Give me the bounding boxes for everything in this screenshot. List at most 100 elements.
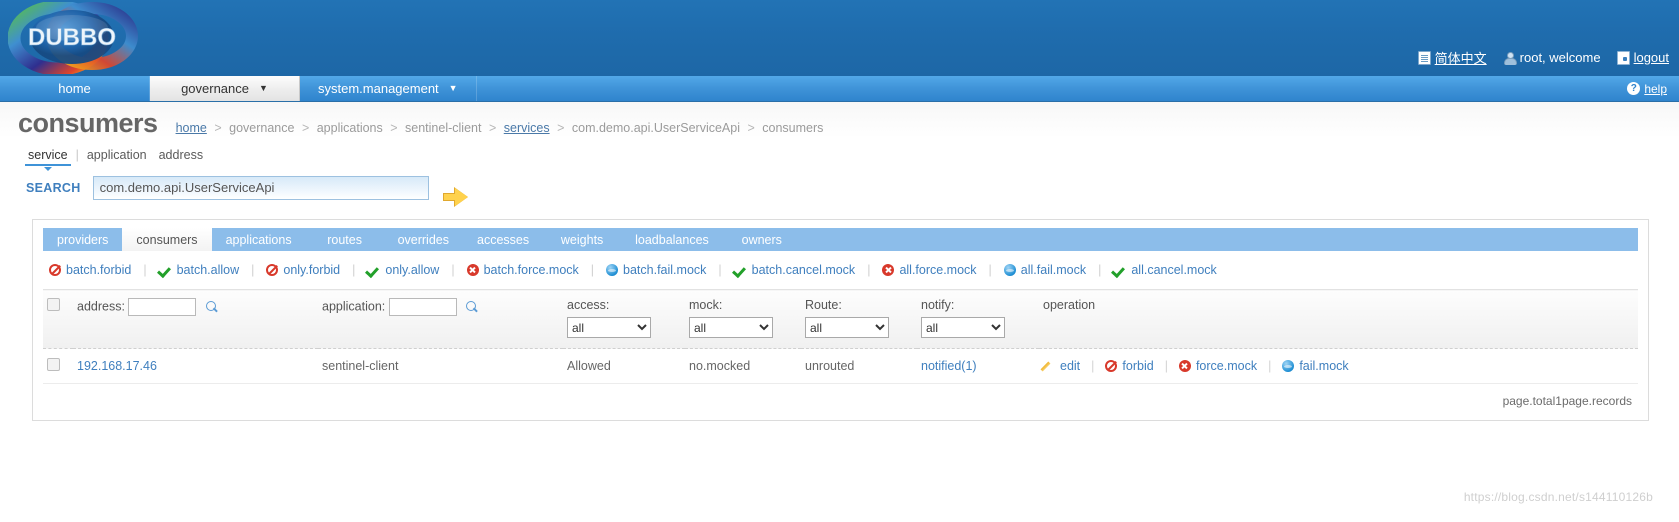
- row-action-fail-mock-label[interactable]: fail.mock: [1299, 359, 1348, 373]
- row-checkbox[interactable]: [47, 358, 60, 371]
- application-filter-input[interactable]: [388, 298, 457, 316]
- scope-tab-service[interactable]: service: [22, 148, 74, 171]
- action-batch-force-mock-label[interactable]: batch.force.mock: [484, 263, 579, 277]
- dubbo-logo[interactable]: DUBBO: [8, 2, 160, 74]
- action-all-force-mock[interactable]: all.force.mock: [882, 263, 977, 277]
- row-action-force-mock-label[interactable]: force.mock: [1196, 359, 1257, 373]
- scope-tab-application[interactable]: application: [81, 148, 153, 166]
- action-batch-forbid[interactable]: batch.forbid: [49, 263, 131, 277]
- tab-owners[interactable]: owners: [723, 228, 801, 251]
- table-row: 192.168.17.46 sentinel-client Allowed no…: [43, 348, 1638, 384]
- row-action-fail-mock[interactable]: fail.mock: [1282, 359, 1349, 373]
- header-address: address:: [73, 289, 318, 349]
- dubbo-logo-graphic: DUBBO: [8, 2, 138, 74]
- mock-filter-select[interactable]: all: [689, 317, 773, 338]
- action-batch-allow-label[interactable]: batch.allow: [177, 263, 240, 277]
- row-action-forbid[interactable]: forbid: [1105, 359, 1154, 373]
- tab-providers[interactable]: providers: [43, 228, 122, 251]
- search-icon[interactable]: [205, 300, 219, 314]
- action-all-force-mock-label[interactable]: all.force.mock: [899, 263, 976, 277]
- action-all-cancel-mock-label[interactable]: all.cancel.mock: [1131, 263, 1216, 277]
- address-link[interactable]: 192.168.17.46: [77, 359, 157, 373]
- action-only-forbid[interactable]: only.forbid: [266, 263, 340, 277]
- action-all-cancel-mock[interactable]: all.cancel.mock: [1113, 263, 1216, 277]
- tab-consumers[interactable]: consumers: [122, 228, 212, 251]
- access-filter-select[interactable]: all: [567, 317, 651, 338]
- question-circle-icon: ?: [1627, 82, 1641, 95]
- tab-accesses[interactable]: accesses: [463, 228, 543, 251]
- nav-tab-home[interactable]: home: [0, 76, 150, 101]
- consumers-table: address: application: access: all mock: …: [43, 289, 1638, 384]
- action-only-allow-label[interactable]: only.allow: [385, 263, 439, 277]
- header-notify: notify: all: [917, 289, 1039, 349]
- breadcrumb-separator: >: [488, 121, 497, 135]
- notify-link[interactable]: notified(1): [921, 359, 977, 373]
- tab-weights-label: weights: [560, 232, 604, 247]
- action-only-forbid-label[interactable]: only.forbid: [283, 263, 340, 277]
- notify-filter-select[interactable]: all: [921, 317, 1005, 338]
- breadcrumb-separator: >: [557, 121, 565, 135]
- logout-link[interactable]: logout: [1634, 50, 1669, 65]
- logout-action[interactable]: logout: [1616, 50, 1669, 65]
- action-all-fail-mock[interactable]: all.fail.mock: [1003, 263, 1086, 277]
- check-icon: [734, 264, 747, 276]
- nav-tab-governance[interactable]: governance ▼: [150, 76, 300, 101]
- forbid-icon: [49, 264, 61, 276]
- blue-sphere-icon: [1003, 264, 1016, 276]
- tab-accesses-label: accesses: [477, 232, 530, 247]
- route-filter-select[interactable]: all: [805, 317, 889, 338]
- page-title: consumers: [18, 108, 158, 138]
- action-separator: |: [251, 263, 255, 277]
- breadcrumb-item-services[interactable]: services: [504, 121, 550, 135]
- scope-tabs: service | application address: [0, 138, 1679, 171]
- scope-tab-service-label: service: [28, 148, 68, 162]
- address-filter-input[interactable]: [128, 298, 197, 316]
- action-batch-forbid-label[interactable]: batch.forbid: [66, 263, 131, 277]
- action-batch-allow[interactable]: batch.allow: [159, 263, 240, 277]
- breadcrumb: home > governance > applications > senti…: [176, 121, 824, 135]
- action-batch-fail-mock-label[interactable]: batch.fail.mock: [623, 263, 706, 277]
- action-only-allow[interactable]: only.allow: [367, 263, 439, 277]
- tab-consumers-label: consumers: [136, 232, 198, 247]
- row-action-edit-label[interactable]: edit: [1060, 359, 1080, 373]
- language-switch[interactable]: 简体中文: [1417, 48, 1487, 67]
- row-action-edit[interactable]: edit: [1043, 359, 1080, 373]
- action-batch-fail-mock[interactable]: batch.fail.mock: [606, 263, 706, 277]
- action-all-fail-mock-label[interactable]: all.fail.mock: [1021, 263, 1086, 277]
- help-action[interactable]: ? help: [1627, 76, 1667, 101]
- blue-sphere-icon: [606, 264, 619, 276]
- tab-loadbalances[interactable]: loadbalances: [621, 228, 723, 251]
- tab-overrides[interactable]: overrides: [384, 228, 463, 251]
- select-all-checkbox[interactable]: [47, 298, 60, 311]
- breadcrumb-separator: >: [301, 121, 310, 135]
- row-action-forbid-label[interactable]: forbid: [1122, 359, 1153, 373]
- user-greeting: root, welcome: [1503, 50, 1601, 65]
- tab-applications[interactable]: applications: [212, 228, 306, 251]
- check-icon: [367, 264, 380, 276]
- scope-tab-address-label: address: [158, 148, 204, 162]
- language-link[interactable]: 简体中文: [1435, 48, 1487, 67]
- check-icon: [1113, 264, 1126, 276]
- action-batch-force-mock[interactable]: batch.force.mock: [466, 263, 579, 277]
- pencil-icon: [1043, 360, 1055, 372]
- nav-tab-system-management[interactable]: system.management ▼: [300, 76, 477, 101]
- breadcrumb-item-governance: governance: [229, 121, 295, 135]
- action-separator: |: [451, 263, 455, 277]
- help-link[interactable]: help: [1644, 82, 1667, 96]
- header-mock: mock: all: [685, 289, 801, 349]
- breadcrumb-item-home[interactable]: home: [176, 121, 207, 135]
- search-input[interactable]: [92, 176, 429, 200]
- scope-tab-address[interactable]: address: [153, 148, 209, 166]
- tab-weights[interactable]: weights: [543, 228, 621, 251]
- consumers-panel: providers consumers applications routes …: [32, 219, 1649, 421]
- search-icon[interactable]: [466, 300, 479, 314]
- header-access: access: all: [563, 289, 685, 349]
- row-select-cell: [43, 348, 73, 384]
- tab-routes[interactable]: routes: [306, 228, 384, 251]
- action-batch-cancel-mock[interactable]: batch.cancel.mock: [734, 263, 856, 277]
- action-batch-cancel-mock-label[interactable]: batch.cancel.mock: [752, 263, 856, 277]
- cell-route: unrouted: [801, 348, 917, 384]
- row-action-force-mock[interactable]: force.mock: [1178, 359, 1257, 373]
- cell-access: Allowed: [563, 348, 685, 384]
- breadcrumb-item-consumers: consumers: [762, 121, 824, 135]
